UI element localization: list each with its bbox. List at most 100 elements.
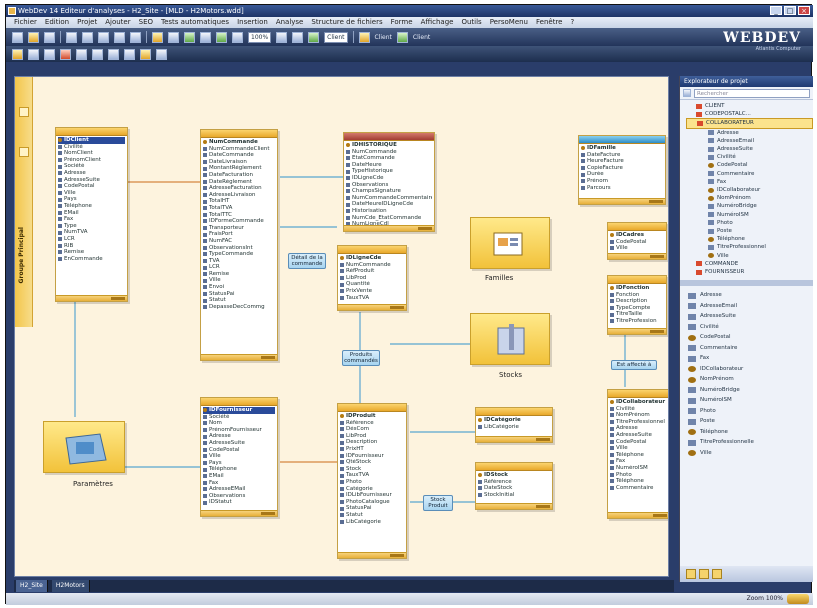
link-label-affecte[interactable]: Est affecté à <box>611 360 657 370</box>
test-icon[interactable] <box>200 31 211 43</box>
table-field[interactable]: Société <box>203 414 275 421</box>
table-field[interactable]: Envoi <box>203 284 275 291</box>
folder-stocks[interactable] <box>470 313 550 365</box>
menu-item[interactable]: Forme <box>391 17 413 28</box>
menu-item[interactable]: PersoMenu <box>490 17 528 28</box>
table-field[interactable]: PhotoCatalogue <box>340 499 404 506</box>
menu-item[interactable]: Projet <box>77 17 97 28</box>
link-label-produits[interactable]: Produits commandés <box>342 350 380 366</box>
menu-item[interactable]: Edition <box>45 17 69 28</box>
tree-item[interactable]: COMMANDE <box>686 260 813 268</box>
tab-h2-site[interactable]: H2_Site <box>16 580 48 592</box>
tree-item[interactable]: TitreProfessionnel <box>686 243 813 251</box>
table-field[interactable]: DésCom <box>340 426 404 433</box>
table-field[interactable]: Fax <box>203 480 275 487</box>
panel-tool-icon[interactable] <box>686 569 696 579</box>
table-field[interactable]: IDStock <box>478 472 550 479</box>
table-field[interactable]: DateHeureIDLigneCde <box>346 201 432 208</box>
search-icon[interactable] <box>683 89 691 97</box>
table-field[interactable]: Photo <box>340 479 404 486</box>
tree-item[interactable]: Ville <box>686 252 813 260</box>
table-field[interactable]: CodePostal <box>58 183 125 190</box>
tree-item[interactable]: Fax <box>686 178 813 186</box>
table-field[interactable]: HeureFacture <box>581 158 663 165</box>
folder-icon[interactable] <box>140 48 151 60</box>
table-categorie[interactable]: IDCatégorie LibCatégorie <box>475 407 553 443</box>
table-field[interactable]: Photo <box>610 472 667 479</box>
field-list-item[interactable]: Fax <box>688 353 813 364</box>
table-field[interactable]: CodePostal <box>610 239 664 246</box>
table-field[interactable]: IDLigneCde <box>340 255 404 262</box>
field-list-item[interactable]: AdresseSuite <box>688 311 813 322</box>
tree-item[interactable]: NuméroBridge <box>686 202 813 210</box>
menu-item[interactable]: SEO <box>139 17 153 28</box>
table-field[interactable]: TitreProfessionnel <box>610 419 667 426</box>
new-icon[interactable] <box>12 31 23 43</box>
panel-splitter[interactable] <box>680 280 813 287</box>
table-field[interactable]: TitreProfession <box>610 318 664 325</box>
table-field[interactable]: Ville <box>610 245 664 252</box>
table-field[interactable]: CopieFacture <box>581 165 663 172</box>
table-field[interactable]: Observations <box>346 182 432 189</box>
table-field[interactable]: AdresseSuite <box>610 432 667 439</box>
menu-item[interactable]: ? <box>570 17 574 28</box>
redo-icon[interactable] <box>130 31 141 43</box>
panel-tool-icon[interactable] <box>699 569 709 579</box>
tab-h2motors[interactable]: H2Motors <box>51 580 90 592</box>
table-field[interactable]: IDFonction <box>610 285 664 292</box>
table-field[interactable]: IDFormeCommande <box>203 218 275 225</box>
link-label-stock[interactable]: Stock Produit <box>423 495 453 511</box>
menu-item[interactable]: Outils <box>461 17 481 28</box>
table-field[interactable]: EtatCommande <box>346 155 432 162</box>
menu-item[interactable]: Structure de fichiers <box>311 17 382 28</box>
table-field[interactable]: TotalTVA <box>203 205 275 212</box>
table-field[interactable]: Type <box>58 223 125 230</box>
table-field[interactable]: IDFournisseur <box>203 407 275 414</box>
table-field[interactable]: DateStock <box>478 485 550 492</box>
table-field[interactable]: Remise <box>203 271 275 278</box>
field-list-item[interactable]: Photo <box>688 406 813 417</box>
table-produit[interactable]: IDProduit Référence DésCom LibProd Descripti… <box>337 403 407 559</box>
table-field[interactable]: IDStatut <box>203 499 275 506</box>
new-table-icon[interactable] <box>12 48 23 60</box>
field-list-item[interactable]: Commentaire <box>688 343 813 354</box>
table-field[interactable]: IDHISTORIQUE <box>346 142 432 149</box>
table-field[interactable]: NumFAC <box>203 238 275 245</box>
table-field[interactable]: NumCommande <box>340 262 404 269</box>
table-commande[interactable]: NumCommande NumCommandeClient DateCommande… <box>200 129 278 361</box>
table-lignecde[interactable]: IDLigneCde NumCommande RéfProduit LibProd Qu… <box>337 245 407 311</box>
table-field[interactable]: NuméroISM <box>610 465 667 472</box>
table-field[interactable]: Référence <box>340 420 404 427</box>
table-field[interactable]: Statut <box>340 512 404 519</box>
tree-item[interactable]: AdresseSuite <box>686 145 813 153</box>
table-field[interactable]: EnCommande <box>58 256 125 263</box>
table-field[interactable]: IDFournisseur <box>340 453 404 460</box>
line-icon[interactable] <box>124 48 135 60</box>
table-field[interactable]: LibCatégorie <box>340 519 404 526</box>
link-label-detail[interactable]: Détail de la commande <box>288 253 326 269</box>
table-field[interactable]: NumCde_EtatCommande <box>346 215 432 222</box>
table-field[interactable]: Société <box>58 163 125 170</box>
table-field[interactable]: IDProduit <box>340 413 404 420</box>
field-list-item[interactable]: AdresseEmail <box>688 301 813 312</box>
table-field[interactable]: Ville <box>203 277 275 284</box>
field-list-item[interactable]: NomPrénom <box>688 374 813 385</box>
maximize-button[interactable]: □ <box>784 6 796 15</box>
table-field[interactable]: TotalHT <box>203 198 275 205</box>
table-field[interactable]: StockInitial <box>478 492 550 499</box>
table-field[interactable]: CodePostal <box>610 439 667 446</box>
table-field[interactable]: TauxTVA <box>340 295 404 302</box>
tree-item[interactable]: NomPrénom <box>686 194 813 202</box>
table-field[interactable]: Transporteur <box>203 225 275 232</box>
print-icon[interactable] <box>232 31 243 43</box>
table-field[interactable]: Remise <box>58 249 125 256</box>
table-field[interactable]: TVA <box>203 258 275 265</box>
table-field[interactable]: NumCommande <box>203 139 275 146</box>
field-list-item[interactable]: CodePostal <box>688 332 813 343</box>
table-field[interactable]: Téléphone <box>610 452 667 459</box>
link-icon[interactable] <box>396 31 408 43</box>
table-field[interactable]: LibProd <box>340 275 404 282</box>
table-field[interactable]: NomClient <box>58 150 125 157</box>
table-field[interactable]: MontantRéglement <box>203 165 275 172</box>
table-field[interactable]: Parcours <box>581 185 663 192</box>
